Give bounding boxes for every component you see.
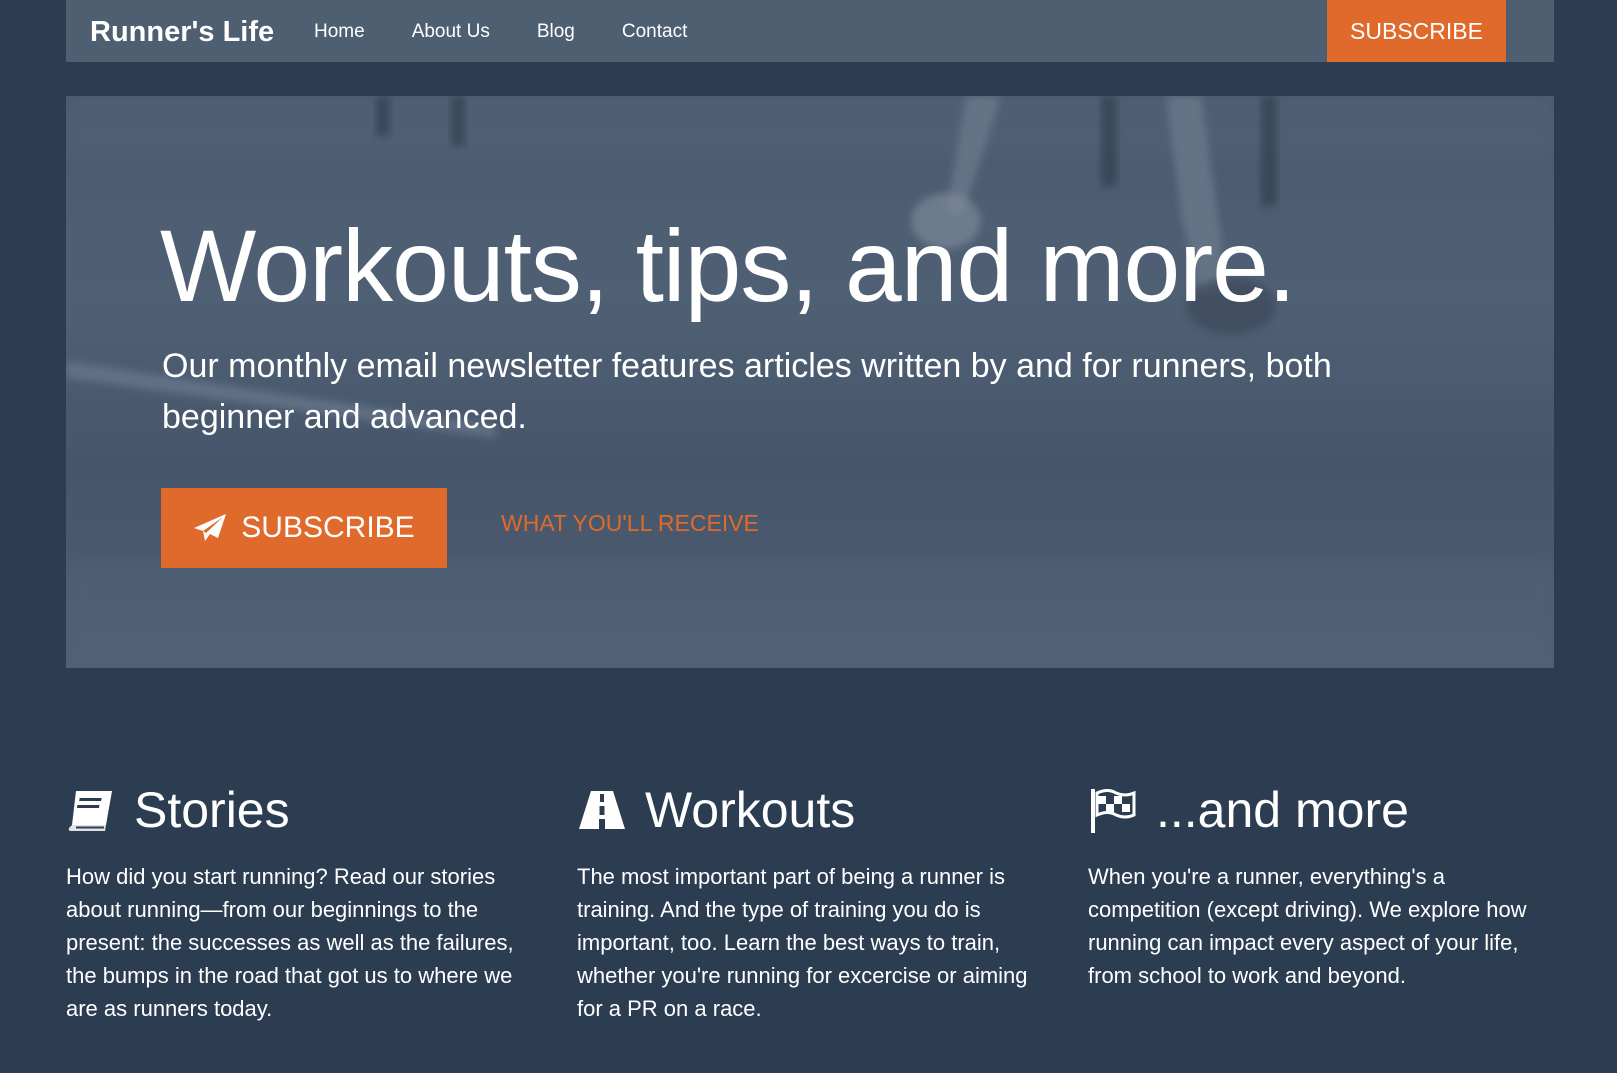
road-icon <box>579 791 625 829</box>
feature-workouts: Workouts The most important part of bein… <box>577 776 1047 1025</box>
feature-title: ...and more <box>1156 782 1409 838</box>
hero-subscribe-label: SUBSCRIBE <box>241 511 415 544</box>
feature-heading: Stories <box>66 776 536 844</box>
feature-and-more: ...and more When you're a runner, everyt… <box>1088 776 1558 992</box>
feature-text: How did you start running? Read our stor… <box>66 864 514 1021</box>
feature-title: Stories <box>134 782 290 838</box>
feature-heading: Workouts <box>577 776 1047 844</box>
hero-subscribe-button[interactable]: SUBSCRIBE <box>161 488 447 568</box>
nav-subscribe-button[interactable]: SUBSCRIBE <box>1327 0 1506 62</box>
feature-title: Workouts <box>645 782 856 838</box>
feature-heading: ...and more <box>1088 776 1558 844</box>
nav-link-contact[interactable]: Contact <box>622 0 687 62</box>
feature-text: The most important part of being a runne… <box>577 864 1028 1021</box>
book-icon <box>68 791 112 831</box>
feature-text: When you're a runner, everything's a com… <box>1088 864 1527 988</box>
brand-logo[interactable]: Runner's Life <box>90 0 274 62</box>
nav-link-about-us[interactable]: About Us <box>412 0 490 62</box>
paper-plane-icon <box>194 514 227 541</box>
feature-stories: Stories How did you start running? Read … <box>66 776 536 1025</box>
hero-banner: Workouts, tips, and more. Our monthly em… <box>66 96 1554 668</box>
nav-link-home[interactable]: Home <box>314 0 365 62</box>
nav-link-blog[interactable]: Blog <box>537 0 575 62</box>
navbar: Runner's Life Home About Us Blog Contact… <box>66 0 1554 62</box>
what-youll-receive-link[interactable]: WHAT YOU'LL RECEIVE <box>501 510 759 537</box>
hero-subtitle: Our monthly email newsletter features ar… <box>162 347 1332 436</box>
hero-title: Workouts, tips, and more. <box>160 209 1296 323</box>
nav-links: Home About Us Blog Contact <box>314 0 734 62</box>
flag-checkered-icon <box>1091 789 1136 833</box>
